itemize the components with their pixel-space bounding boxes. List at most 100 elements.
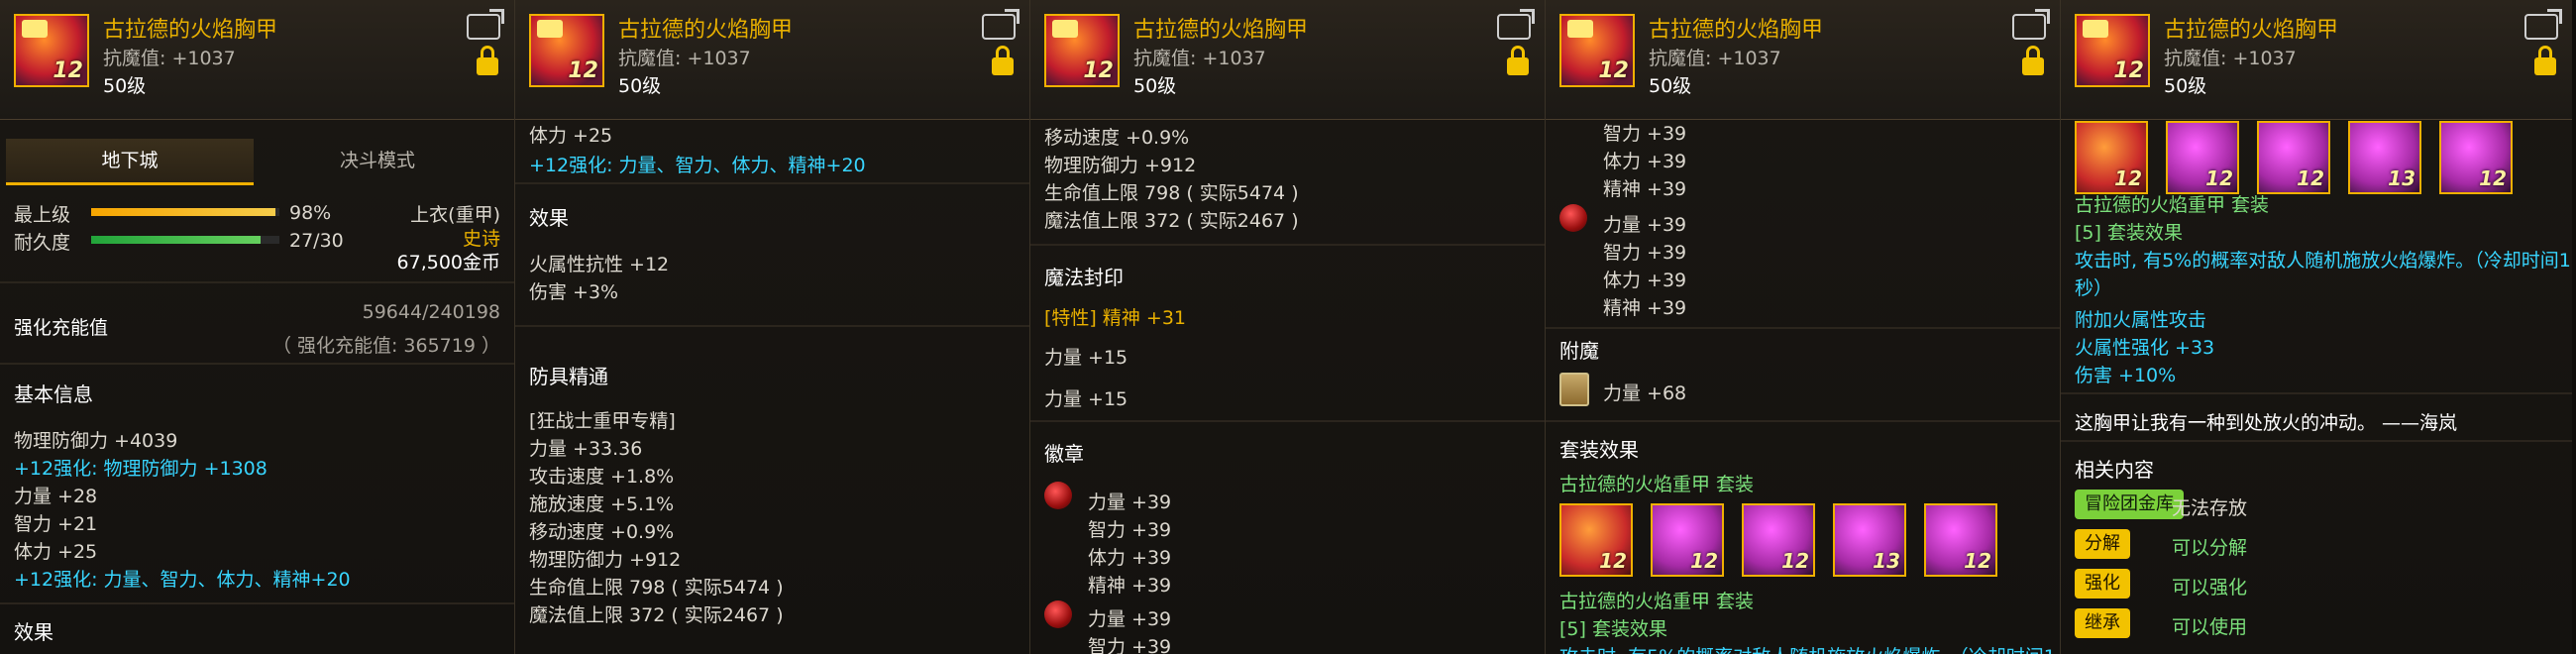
set-item-badge: 12 bbox=[1964, 549, 1991, 573]
divider bbox=[0, 363, 514, 365]
set-item-icon[interactable]: 12 bbox=[2257, 121, 2330, 194]
panel-content: 移动速度 +0.9% 物理防御力 +912 生命值上限 798 ( 实际5474… bbox=[1030, 119, 1545, 654]
emblem-title: 徽章 bbox=[1044, 442, 1084, 466]
mastery-line: 移动速度 +0.9% bbox=[529, 521, 675, 543]
set-item-icon[interactable]: 12 bbox=[1742, 503, 1815, 577]
item-name: 古拉德的火焰胸甲 bbox=[2164, 18, 2339, 43]
charge-sub: （ 强化充能值: 365719 ） bbox=[271, 335, 500, 357]
line: 精神 +39 bbox=[1603, 297, 1687, 319]
set-bonus-title: [5] 套装效果 bbox=[2075, 222, 2183, 244]
share-icon[interactable] bbox=[982, 9, 1020, 40]
set-item-icon[interactable]: 12 bbox=[2075, 121, 2148, 194]
durability-text: 27/30 bbox=[289, 230, 344, 252]
item-name: 古拉德的火焰胸甲 bbox=[1133, 18, 1309, 43]
item-tag-icon bbox=[2083, 20, 2108, 38]
set-item-badge: 12 bbox=[2114, 166, 2142, 190]
line: 智力 +39 bbox=[1603, 123, 1687, 145]
set-item-icon[interactable]: 13 bbox=[1833, 503, 1906, 577]
set-items-row: 12 12 12 13 12 bbox=[1559, 503, 1997, 577]
divider bbox=[1546, 327, 2060, 329]
emblem-icon bbox=[1559, 204, 1587, 232]
set-item-icon[interactable]: 12 bbox=[2439, 121, 2513, 194]
item-upgrade-badge: 12 bbox=[1598, 58, 1629, 83]
lock-icon[interactable] bbox=[477, 46, 498, 75]
lock-icon[interactable] bbox=[992, 46, 1014, 75]
enhance-status: 可以强化 bbox=[2172, 577, 2248, 599]
item-icon: 12 bbox=[1044, 14, 1120, 87]
enchant-value: 力量 +68 bbox=[1603, 382, 1687, 404]
set-item-icon[interactable]: 12 bbox=[1559, 503, 1633, 577]
set-item-badge: 13 bbox=[2388, 166, 2415, 190]
lock-icon[interactable] bbox=[2022, 46, 2044, 75]
set-item-badge: 12 bbox=[1781, 549, 1809, 573]
mode-tabs: 地下城 决斗模式 bbox=[6, 139, 501, 185]
item-tag-icon bbox=[1052, 20, 1078, 38]
enchant-card-icon bbox=[1559, 373, 1589, 406]
lock-icon[interactable] bbox=[1507, 46, 1529, 75]
panel-content: 12 12 12 13 12 古拉德的火焰重甲 套装 [5] 套装效果 攻击时,… bbox=[2061, 119, 2572, 654]
disassemble-pill: 分解 bbox=[2075, 529, 2130, 559]
set-item-icon[interactable]: 13 bbox=[2348, 121, 2421, 194]
line: +12强化: 力量、智力、体力、精神+20 bbox=[529, 155, 866, 176]
set-item-badge: 12 bbox=[2297, 166, 2324, 190]
top-level-label: 最上级 bbox=[14, 204, 71, 226]
item-level: 50级 bbox=[1133, 75, 1177, 97]
related-title: 相关内容 bbox=[2075, 458, 2154, 482]
durability-bar-fill bbox=[91, 236, 261, 244]
item-upgrade-badge: 12 bbox=[2113, 58, 2144, 83]
tooltip-panel-1: 12 古拉德的火焰胸甲 抗魔值: +1037 50级 地下城 决斗模式 最上级 … bbox=[0, 0, 515, 654]
item-name: 古拉德的火焰胸甲 bbox=[618, 18, 794, 43]
basic-line-2: 力量 +28 bbox=[14, 486, 98, 507]
item-name: 古拉德的火焰胸甲 bbox=[103, 18, 278, 43]
set-item-badge: 13 bbox=[1873, 549, 1900, 573]
inherit-pill: 继承 bbox=[2075, 608, 2130, 638]
lock-icon[interactable] bbox=[2534, 46, 2556, 75]
item-icon: 12 bbox=[2075, 14, 2150, 87]
tab-dungeon[interactable]: 地下城 bbox=[6, 139, 254, 185]
top-level-bar bbox=[91, 208, 279, 216]
basic-line-4: 体力 +25 bbox=[14, 541, 98, 563]
line: 智力 +39 bbox=[1603, 242, 1687, 264]
tooltip-panel-3: 12 古拉德的火焰胸甲 抗魔值: +1037 50级 移动速度 +0.9% 物理… bbox=[1030, 0, 1546, 654]
share-icon[interactable] bbox=[2524, 9, 2562, 40]
tooltip-panel-2: 12 古拉德的火焰胸甲 抗魔值: +1037 50级 体力 +25 +12强化:… bbox=[515, 0, 1030, 654]
line: 体力 +39 bbox=[1603, 270, 1687, 291]
share-icon[interactable] bbox=[2012, 9, 2050, 40]
share-icon[interactable] bbox=[467, 9, 504, 40]
mastery-line: 生命值上限 798 ( 实际5474 ) bbox=[529, 577, 784, 599]
divider bbox=[515, 182, 1029, 184]
emblem-icon bbox=[1044, 600, 1072, 628]
item-tag-icon bbox=[1567, 20, 1593, 38]
item-upgrade-badge: 12 bbox=[568, 58, 598, 83]
divider bbox=[0, 281, 514, 283]
line: 体力 +25 bbox=[529, 125, 613, 147]
set-item-badge: 12 bbox=[2479, 166, 2507, 190]
tooltip-strip: 12 古拉德的火焰胸甲 抗魔值: +1037 50级 地下城 决斗模式 最上级 … bbox=[0, 0, 2576, 654]
mastery-line: 力量 +33.36 bbox=[529, 438, 643, 460]
tab-duel[interactable]: 决斗模式 bbox=[254, 139, 501, 182]
flavor-text: 这胸甲让我有一种到处放火的冲动。 ——海岚 bbox=[2075, 412, 2458, 434]
line: 生命值上限 798 ( 实际5474 ) bbox=[1044, 182, 1299, 204]
set-desc-1: 攻击时, 有5%的概率对敌人随机施放火焰爆炸。（冷却时间1 bbox=[2075, 250, 2571, 272]
charge-value: 59644/240198 bbox=[362, 301, 500, 323]
set-item-icon[interactable]: 12 bbox=[2166, 121, 2239, 194]
set-item-icon[interactable]: 12 bbox=[1651, 503, 1724, 577]
set-title: 套装效果 bbox=[1559, 438, 1639, 462]
mastery-title: 防具精通 bbox=[529, 365, 608, 388]
item-header: 12 古拉德的火焰胸甲 抗魔值: +1037 50级 bbox=[2061, 0, 2572, 120]
item-header: 12 古拉德的火焰胸甲 抗魔值: +1037 50级 bbox=[0, 0, 514, 120]
set-item-badge: 12 bbox=[2205, 166, 2233, 190]
extra-line: 附加火属性攻击 bbox=[2075, 309, 2207, 331]
item-level: 50级 bbox=[2164, 75, 2207, 97]
seal-line: 力量 +15 bbox=[1044, 347, 1128, 369]
divider bbox=[1546, 420, 2060, 422]
basic-line-5: +12强化: 力量、智力、体力、精神+20 bbox=[14, 569, 351, 591]
set-item-icon[interactable]: 12 bbox=[1924, 503, 1997, 577]
share-icon[interactable] bbox=[1497, 9, 1535, 40]
basic-line-3: 智力 +21 bbox=[14, 513, 98, 535]
set-item-badge: 12 bbox=[1690, 549, 1718, 573]
effect-line: 火属性抗性 +12 bbox=[529, 254, 670, 275]
bank-status: 无法存放 bbox=[2172, 497, 2248, 519]
item-resist: 抗魔值: +1037 bbox=[618, 48, 751, 69]
line: 移动速度 +0.9% bbox=[1044, 127, 1190, 149]
